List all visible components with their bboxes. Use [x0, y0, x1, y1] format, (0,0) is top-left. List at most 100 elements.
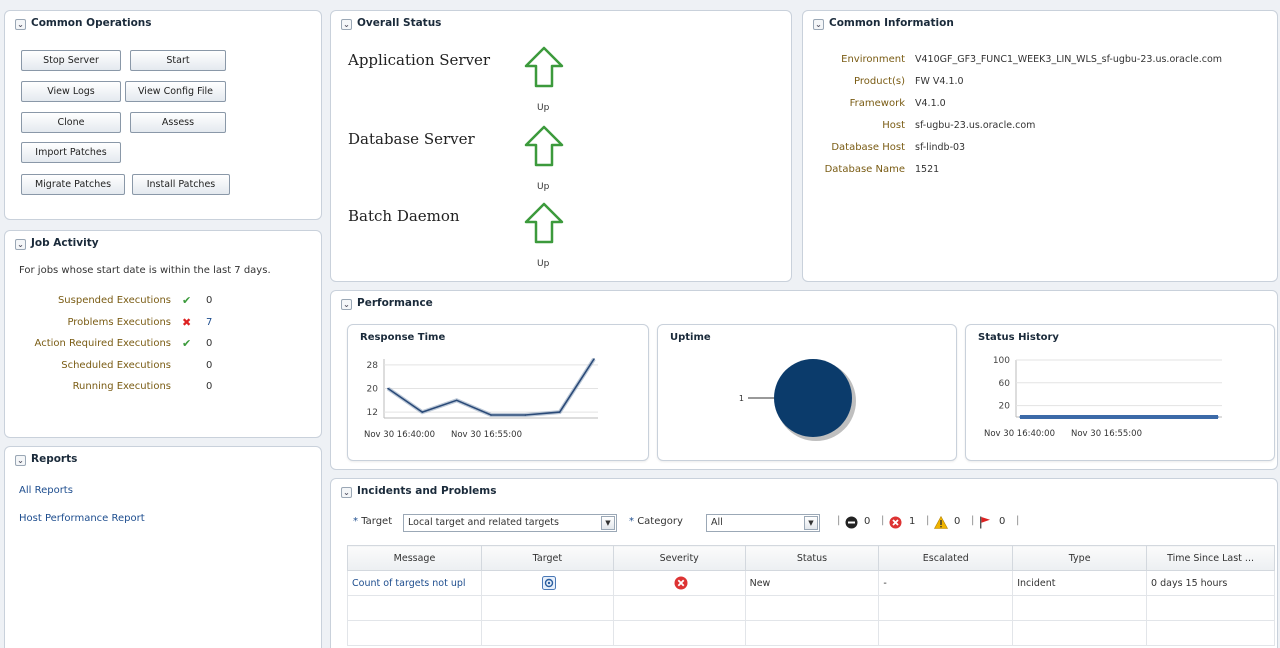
column-header-message[interactable]: Message: [347, 545, 482, 571]
job-activity-title: Job Activity: [31, 237, 99, 249]
clone-button[interactable]: Clone: [21, 112, 121, 133]
incident-message-link[interactable]: Count of targets not upl: [347, 570, 482, 596]
critical-icon: [889, 516, 902, 529]
collapse-icon[interactable]: ⌄: [15, 239, 26, 250]
y-tick-label: 28: [367, 361, 379, 371]
data-point: [524, 414, 527, 416]
collapse-icon[interactable]: ⌄: [15, 455, 26, 466]
host-performance-report-link[interactable]: Host Performance Report: [19, 513, 145, 524]
table-row[interactable]: Count of targets not upl New - Incident …: [347, 570, 1275, 596]
performance-panel: ⌄ Performance Response Time 28 20 12 Nov 30 …: [330, 290, 1278, 470]
response-time-plot: 28 20 12 Nov 30 16:40:00 Nov 30 16:55:00: [364, 357, 598, 440]
target-select-value: Local target and related targets: [408, 517, 559, 528]
column-header-escalated[interactable]: Escalated: [878, 545, 1014, 571]
job-activity-label: Scheduled Executions: [61, 359, 171, 371]
column-header-type[interactable]: Type: [1012, 545, 1148, 571]
data-point: [558, 411, 561, 413]
info-label: Framework: [849, 98, 905, 109]
info-label: Database Name: [824, 164, 905, 175]
collapse-icon[interactable]: ⌄: [15, 19, 26, 30]
info-value: FW V4.1.0: [915, 76, 964, 87]
job-activity-label: Running Executions: [72, 381, 171, 392]
time-since-last-cell: 0 days 15 hours: [1146, 570, 1275, 596]
x-tick-label: Nov 30 16:40:00: [984, 429, 1055, 439]
job-activity-count[interactable]: 7: [206, 317, 212, 328]
uptime-plot: 1: [739, 359, 856, 441]
reports-panel: ⌄ Reports All Reports Host Performance Re…: [4, 446, 322, 648]
common-information-header[interactable]: ⌄ Common Information: [803, 11, 1277, 35]
x-tick-label: Nov 30 16:55:00: [1071, 429, 1142, 439]
incidents-table: Message Target Severity Status Escalated…: [347, 545, 1275, 646]
job-activity-count: 0: [206, 295, 213, 306]
all-reports-link[interactable]: All Reports: [19, 485, 73, 496]
pie-label: 1: [739, 394, 744, 403]
job-activity-header[interactable]: ⌄ Job Activity: [5, 231, 321, 255]
status-item-name[interactable]: Application Server: [348, 51, 490, 69]
assess-button[interactable]: Assess: [130, 112, 226, 133]
performance-header[interactable]: ⌄ Performance: [331, 291, 1277, 315]
reports-header[interactable]: ⌄ Reports: [5, 447, 321, 471]
data-point: [387, 387, 389, 390]
migrate-patches-button[interactable]: Migrate Patches: [21, 174, 125, 195]
job-activity-count: 0: [206, 381, 213, 392]
flag-icon: [980, 516, 990, 529]
collapse-icon[interactable]: ⌄: [341, 487, 352, 498]
chevron-down-icon[interactable]: ▼: [804, 516, 818, 530]
job-activity-count: 0: [206, 359, 213, 371]
install-patches-button[interactable]: Install Patches: [132, 174, 230, 195]
target-icon[interactable]: [542, 576, 557, 590]
critical-count: 1: [909, 516, 916, 527]
x-tick-label: Nov 30 16:40:00: [364, 430, 435, 440]
reports-title: Reports: [31, 453, 78, 465]
y-tick-label: 60: [999, 379, 1011, 389]
incidents-header[interactable]: ⌄ Incidents and Problems: [331, 479, 1277, 503]
incidents-panel: ⌄ Incidents and Problems * Target Local t…: [330, 478, 1278, 648]
type-cell: Incident: [1012, 570, 1148, 596]
category-label-text: Category: [637, 516, 683, 527]
view-logs-button[interactable]: View Logs: [21, 81, 121, 102]
collapse-icon[interactable]: ⌄: [341, 19, 352, 30]
x-tick-label: Nov 30 16:55:00: [451, 430, 522, 440]
overall-status-header[interactable]: ⌄ Overall Status: [331, 11, 791, 35]
response-time-chart: Response Time 28 20 12 Nov 30 16:40:00 Nov 3…: [347, 324, 649, 461]
info-label: Database Host: [831, 142, 905, 153]
status-item-name[interactable]: Batch Daemon: [348, 207, 460, 225]
view-config-file-button[interactable]: View Config File: [125, 81, 226, 102]
severity-counters: | 0 | 1 | 0 | 0 |: [837, 515, 1020, 529]
category-select[interactable]: All ▼: [706, 514, 820, 532]
status-item-state: Up: [537, 259, 550, 269]
up-arrow-icon: [524, 202, 564, 244]
start-button[interactable]: Start: [130, 50, 226, 71]
required-icon: *: [629, 516, 634, 527]
collapse-icon[interactable]: ⌄: [813, 19, 824, 30]
status-item-state: Up: [537, 103, 550, 113]
import-patches-button[interactable]: Import Patches: [21, 142, 121, 163]
column-header-time-since-last[interactable]: Time Since Last ...: [1146, 545, 1275, 571]
job-activity-count: 0: [206, 338, 213, 349]
uptime-chart: Uptime 1: [657, 324, 957, 461]
info-value: V410GF_GF3_FUNC1_WEEK3_LIN_WLS_sf-ugbu-2…: [915, 54, 1223, 65]
y-tick-label: 20: [999, 402, 1011, 412]
target-select[interactable]: Local target and related targets ▼: [403, 514, 617, 532]
series-line: [387, 358, 595, 416]
column-header-status[interactable]: Status: [744, 545, 880, 571]
severity-cell: [612, 570, 746, 596]
flag-count: 0: [999, 516, 1006, 527]
status-cell: New: [744, 570, 880, 596]
column-header-severity[interactable]: Severity: [612, 545, 746, 571]
common-operations-header[interactable]: ⌄ Common Operations: [5, 11, 321, 35]
status-item-name[interactable]: Database Server: [348, 130, 475, 148]
chevron-down-icon[interactable]: ▼: [601, 516, 615, 530]
incidents-title: Incidents and Problems: [357, 485, 497, 497]
info-value: sf-ugbu-23.us.oracle.com: [915, 120, 1036, 131]
performance-title: Performance: [357, 297, 433, 309]
overall-status-title: Overall Status: [357, 17, 442, 29]
column-header-target[interactable]: Target: [480, 545, 614, 571]
stop-server-button[interactable]: Stop Server: [21, 50, 121, 71]
y-tick-label: 20: [367, 385, 379, 395]
error-x-icon: ✖: [182, 315, 192, 329]
data-point: [1217, 416, 1219, 418]
check-icon: ✔: [182, 337, 192, 350]
critical-icon: [674, 576, 688, 590]
collapse-icon[interactable]: ⌄: [341, 299, 352, 310]
